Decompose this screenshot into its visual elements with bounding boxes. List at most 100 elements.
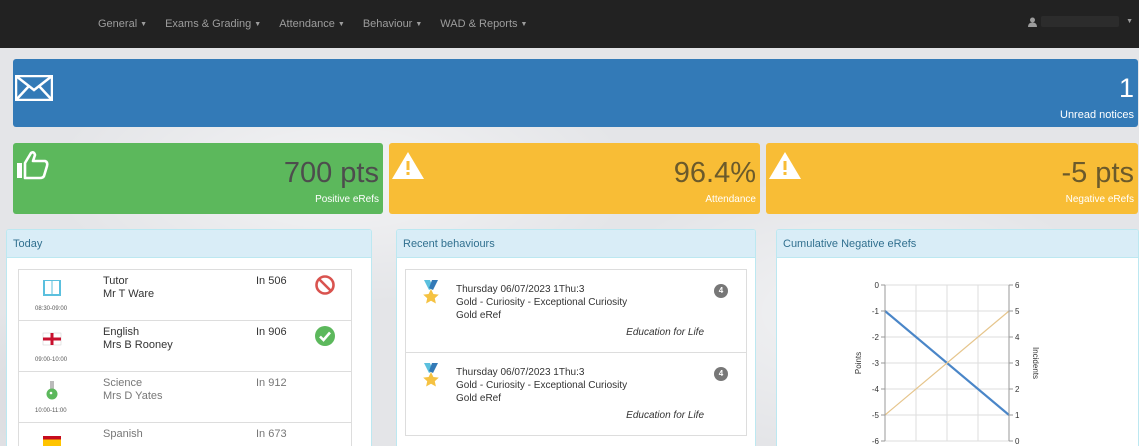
- y2-tick-label: 3: [1015, 359, 1020, 368]
- timetable-list: 08:30-09:00 Tutor Mr T Ware In 506 09:00…: [18, 269, 352, 446]
- lesson-time: 09:00-10:00: [35, 357, 68, 363]
- caret-down-icon: ▼: [520, 21, 528, 28]
- negative-erefs-label: Negative eRefs: [1065, 194, 1134, 205]
- unread-notices-label: Unread notices: [1060, 109, 1134, 121]
- lesson-subject: English: [103, 326, 140, 338]
- lesson-teacher: Mrs D Yates: [103, 390, 163, 402]
- warning-icon: [769, 152, 801, 179]
- list-item[interactable]: 10:00-11:00 Science Mrs D Yates In 912: [19, 372, 351, 423]
- y-tick-label: -3: [872, 359, 880, 368]
- cumulative-chart: 0 -1 -2 -3 -4 -5 -6 6 5 4 3 2 1 0 Points Incidents: [854, 281, 1040, 446]
- medal-icon: [423, 280, 439, 304]
- envelope-icon: [15, 75, 53, 101]
- today-panel-title: Today: [7, 230, 371, 258]
- y-tick-label: -4: [872, 385, 880, 394]
- nav-exams-grading[interactable]: Exams & Grading ▼: [165, 18, 261, 30]
- book-icon: [43, 280, 61, 296]
- nav-general[interactable]: General ▼: [98, 18, 147, 30]
- unread-notices-count: 1: [1118, 73, 1134, 103]
- lesson-room: In 912: [256, 377, 287, 389]
- y2-tick-label: 0: [1015, 437, 1020, 446]
- nav-attendance-label: Attendance: [279, 18, 335, 30]
- list-item[interactable]: 09:00-10:00 English Mrs B Rooney In 906: [19, 321, 351, 372]
- positive-erefs-label: Positive eRefs: [315, 194, 379, 205]
- recent-behaviours-panel: Recent behaviours Thursday 06/07/2023 1T…: [396, 229, 756, 446]
- list-item[interactable]: Thursday 06/07/2023 1Thu:3 Gold - Curios…: [406, 353, 746, 436]
- lesson-time: 10:00-11:00: [35, 408, 67, 414]
- behaviour-type: Gold eRef: [456, 310, 502, 321]
- attendance-tile[interactable]: 96.4% Attendance: [389, 143, 760, 214]
- user-icon: [1028, 17, 1038, 27]
- caret-down-icon: ▼: [415, 21, 423, 28]
- top-navbar: General ▼ Exams & Grading ▼ Attendance ▼ Be…: [0, 0, 1139, 48]
- notices-panel[interactable]: 1 Unread notices: [13, 59, 1138, 127]
- behaviour-list: Thursday 06/07/2023 1Thu:3 Gold - Curios…: [405, 269, 747, 436]
- attendance-label: Attendance: [705, 194, 756, 205]
- y2-tick-label: 2: [1015, 385, 1020, 394]
- y2-tick-label: 4: [1015, 333, 1020, 342]
- nav-exams-label: Exams & Grading: [165, 18, 252, 30]
- lesson-teacher: Mrs B Rooney: [103, 339, 173, 351]
- list-item[interactable]: Thursday 06/07/2023 1Thu:3 Gold - Curios…: [406, 270, 746, 353]
- y2-axis-label: Incidents: [1031, 347, 1040, 379]
- behaviour-tag: Education for Life: [626, 327, 704, 338]
- spain-flag-icon: [43, 436, 61, 446]
- cumulative-negative-erefs-panel: Cumulative Negative eRefs 0 -1 -2 -3 -4 -5 -6 6…: [776, 229, 1139, 446]
- thumbs-up-icon: [17, 151, 49, 180]
- negative-erefs-tile[interactable]: -5 pts Negative eRefs: [766, 143, 1138, 214]
- attendance-value: 96.4%: [673, 157, 756, 189]
- positive-erefs-tile[interactable]: 700 pts Positive eRefs: [13, 143, 383, 214]
- medal-icon: [423, 363, 439, 387]
- flask-icon: [46, 381, 58, 400]
- points-badge: 4: [714, 284, 728, 298]
- absent-icon: [315, 275, 335, 295]
- behaviour-description: Gold - Curiosity - Exceptional Curiosity: [456, 380, 628, 391]
- user-menu[interactable]: ▼: [1028, 16, 1133, 27]
- lesson-subject: Spanish: [103, 428, 143, 440]
- nav-general-label: General: [98, 18, 138, 30]
- negative-erefs-value: -5 pts: [1061, 157, 1134, 189]
- lesson-subject: Science: [103, 377, 143, 389]
- y-tick-label: -5: [872, 411, 880, 420]
- caret-down-icon: ▼: [254, 21, 262, 28]
- y2-tick-label: 6: [1015, 281, 1020, 290]
- england-flag-icon: [42, 332, 62, 346]
- chart-title: Cumulative Negative eRefs: [777, 230, 1138, 258]
- nav-behaviour-label: Behaviour: [362, 18, 413, 30]
- y-tick-label: -2: [872, 333, 880, 342]
- lesson-subject: Tutor: [103, 275, 129, 287]
- caret-down-icon: ▼: [337, 21, 345, 28]
- caret-down-icon: ▼: [1126, 18, 1133, 25]
- lesson-room: In 906: [256, 326, 287, 338]
- behaviour-date: Thursday 06/07/2023 1Thu:3: [456, 284, 585, 295]
- behaviour-type: Gold eRef: [456, 393, 502, 404]
- caret-down-icon: ▼: [140, 21, 148, 28]
- behaviour-tag: Education for Life: [626, 410, 704, 421]
- y-tick-label: -6: [872, 437, 880, 446]
- recent-behaviours-title: Recent behaviours: [397, 230, 755, 258]
- today-panel: Today 08:30-09:00 Tutor Mr T Ware In 506…: [6, 229, 372, 446]
- list-item[interactable]: Spanish In 673: [19, 423, 351, 446]
- y-tick-label: -1: [872, 307, 880, 316]
- positive-erefs-value: 700 pts: [283, 157, 379, 189]
- user-name: [1041, 16, 1120, 27]
- points-badge: 4: [714, 367, 728, 381]
- warning-icon: [392, 152, 424, 179]
- brand-logo[interactable]: [8, 14, 98, 34]
- nav-wad-label: WAD & Reports: [440, 18, 518, 30]
- behaviour-description: Gold - Curiosity - Exceptional Curiosity: [456, 297, 628, 308]
- nav-behaviour[interactable]: Behaviour ▼: [363, 18, 422, 30]
- nav-attendance[interactable]: Attendance ▼: [279, 18, 345, 30]
- nav-wad-reports[interactable]: WAD & Reports ▼: [440, 18, 527, 30]
- present-check-icon: [315, 326, 335, 346]
- lesson-teacher: Mr T Ware: [103, 288, 155, 300]
- y-tick-label: 0: [875, 281, 880, 290]
- lesson-room: In 673: [256, 428, 287, 440]
- behaviour-date: Thursday 06/07/2023 1Thu:3: [456, 367, 585, 378]
- lesson-room: In 506: [256, 275, 287, 287]
- y2-tick-label: 1: [1015, 411, 1020, 420]
- lesson-time: 08:30-09:00: [35, 306, 68, 312]
- y2-tick-label: 5: [1015, 307, 1020, 316]
- list-item[interactable]: 08:30-09:00 Tutor Mr T Ware In 506: [19, 270, 351, 321]
- y-axis-label: Points: [854, 352, 863, 374]
